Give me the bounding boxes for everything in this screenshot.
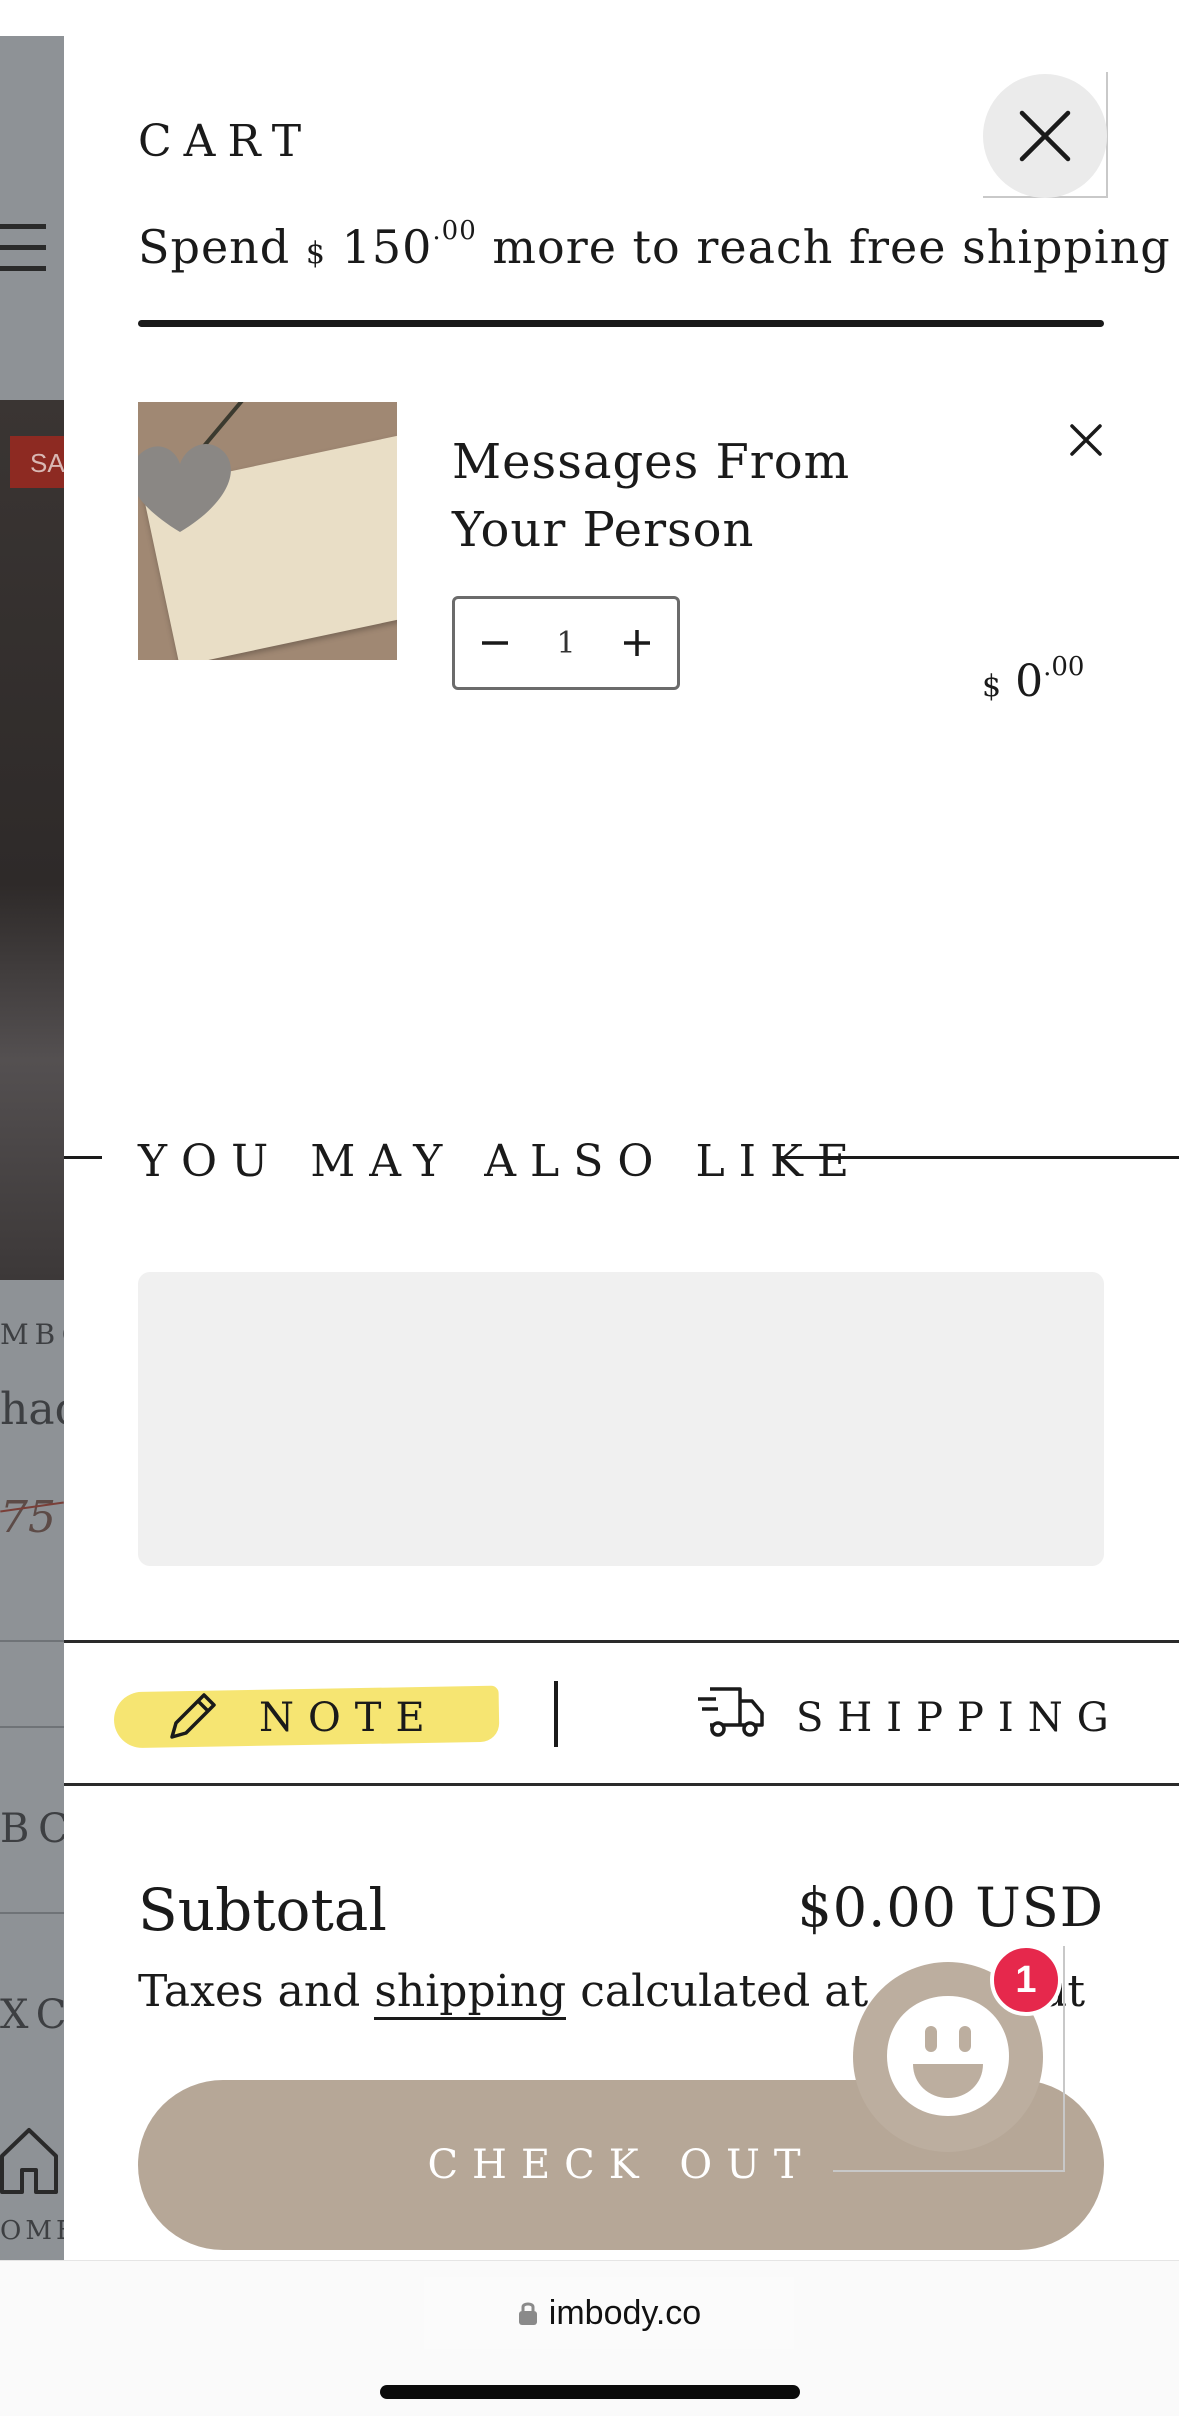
shipping-policy-link[interactable]: shipping	[374, 1966, 567, 2020]
shipping-currency: $	[305, 236, 326, 271]
delivery-truck-icon	[698, 1687, 764, 1737]
url-field[interactable]: imbody.co	[424, 2277, 794, 2349]
quantity-stepper[interactable]: 1	[452, 596, 680, 690]
recommendations-placeholder	[138, 1272, 1104, 1566]
background-nav-text: XC	[0, 1992, 64, 2038]
chat-notification-badge: 1	[990, 1944, 1062, 2016]
plus-icon	[624, 630, 650, 656]
cart-options-tabs: NOTE SHIPPING	[64, 1640, 1179, 1786]
background-brand-text: MBO	[0, 1318, 64, 1351]
price-cents: .00	[1043, 652, 1085, 682]
price-currency: $	[982, 669, 1002, 704]
background-divider	[0, 1726, 64, 1728]
background-page: SA MBO had 75 BC XC OME	[0, 36, 64, 2260]
product-name-link[interactable]: Messages From Your Person	[452, 428, 972, 564]
subtotal-label: Subtotal	[138, 1876, 387, 1944]
background-sale-badge: SA	[10, 436, 64, 488]
product-thumbnail[interactable]	[138, 402, 397, 660]
background-nav-text: BC	[0, 1806, 64, 1852]
free-shipping-message: Spend $ 150.00 more to reach free shippi…	[138, 216, 1171, 274]
hamburger-menu-icon	[0, 224, 48, 287]
free-shipping-progress-bar	[138, 320, 1104, 327]
close-icon	[1019, 110, 1071, 162]
url-text: imbody.co	[548, 2293, 702, 2332]
subtotal-value: $0.00 USD	[797, 1876, 1104, 1939]
shipping-amount: 150	[341, 220, 433, 274]
note-tab-label: NOTE	[259, 1695, 439, 1741]
item-price: $ 0.00	[982, 652, 1084, 707]
shipping-cents: .00	[432, 216, 477, 246]
you-may-also-like-heading: YOU MAY ALSO LIKE	[138, 1136, 864, 1187]
decrease-quantity-button[interactable]	[477, 625, 513, 661]
heart-tag-graphic	[138, 444, 231, 532]
section-divider-left	[64, 1156, 102, 1159]
increase-quantity-button[interactable]	[619, 625, 655, 661]
shipping-message-prefix: Spend	[138, 220, 306, 274]
background-divider	[0, 1640, 64, 1642]
checkout-button-label: CHECK OUT	[427, 2142, 815, 2188]
background-price-text: 75	[0, 1492, 56, 1543]
price-amount: 0	[1015, 656, 1044, 707]
smiley-chat-icon	[887, 1996, 1009, 2116]
home-indicator[interactable]	[380, 2385, 800, 2399]
shipping-tab-label: SHIPPING	[796, 1695, 1123, 1741]
section-divider-right	[778, 1156, 1179, 1159]
tax-note-text: Taxes and	[138, 1966, 375, 2017]
note-tab[interactable]: NOTE	[113, 1681, 514, 1751]
shipping-tab[interactable]: SHIPPING	[696, 1681, 1136, 1751]
close-icon	[1070, 424, 1102, 456]
pencil-icon	[170, 1693, 216, 1739]
background-product-photo	[0, 400, 64, 1280]
quantity-value[interactable]: 1	[556, 626, 575, 661]
background-title-text: had	[0, 1384, 64, 1435]
close-cart-button[interactable]	[983, 74, 1107, 198]
background-divider	[0, 1912, 64, 1914]
tab-divider	[554, 1681, 558, 1747]
lock-icon	[518, 2302, 537, 2325]
shipping-message-suffix: more to reach free shipping	[476, 220, 1171, 274]
cart-drawer: CART Spend $ 150.00 more to reach free s…	[64, 36, 1179, 2260]
browser-address-bar: imbody.co	[0, 2260, 1179, 2416]
home-icon	[0, 2126, 58, 2200]
minus-icon	[482, 641, 508, 645]
remove-item-button[interactable]	[1066, 420, 1106, 460]
cart-title: CART	[138, 116, 314, 167]
background-home-label: OME	[0, 2216, 64, 2246]
